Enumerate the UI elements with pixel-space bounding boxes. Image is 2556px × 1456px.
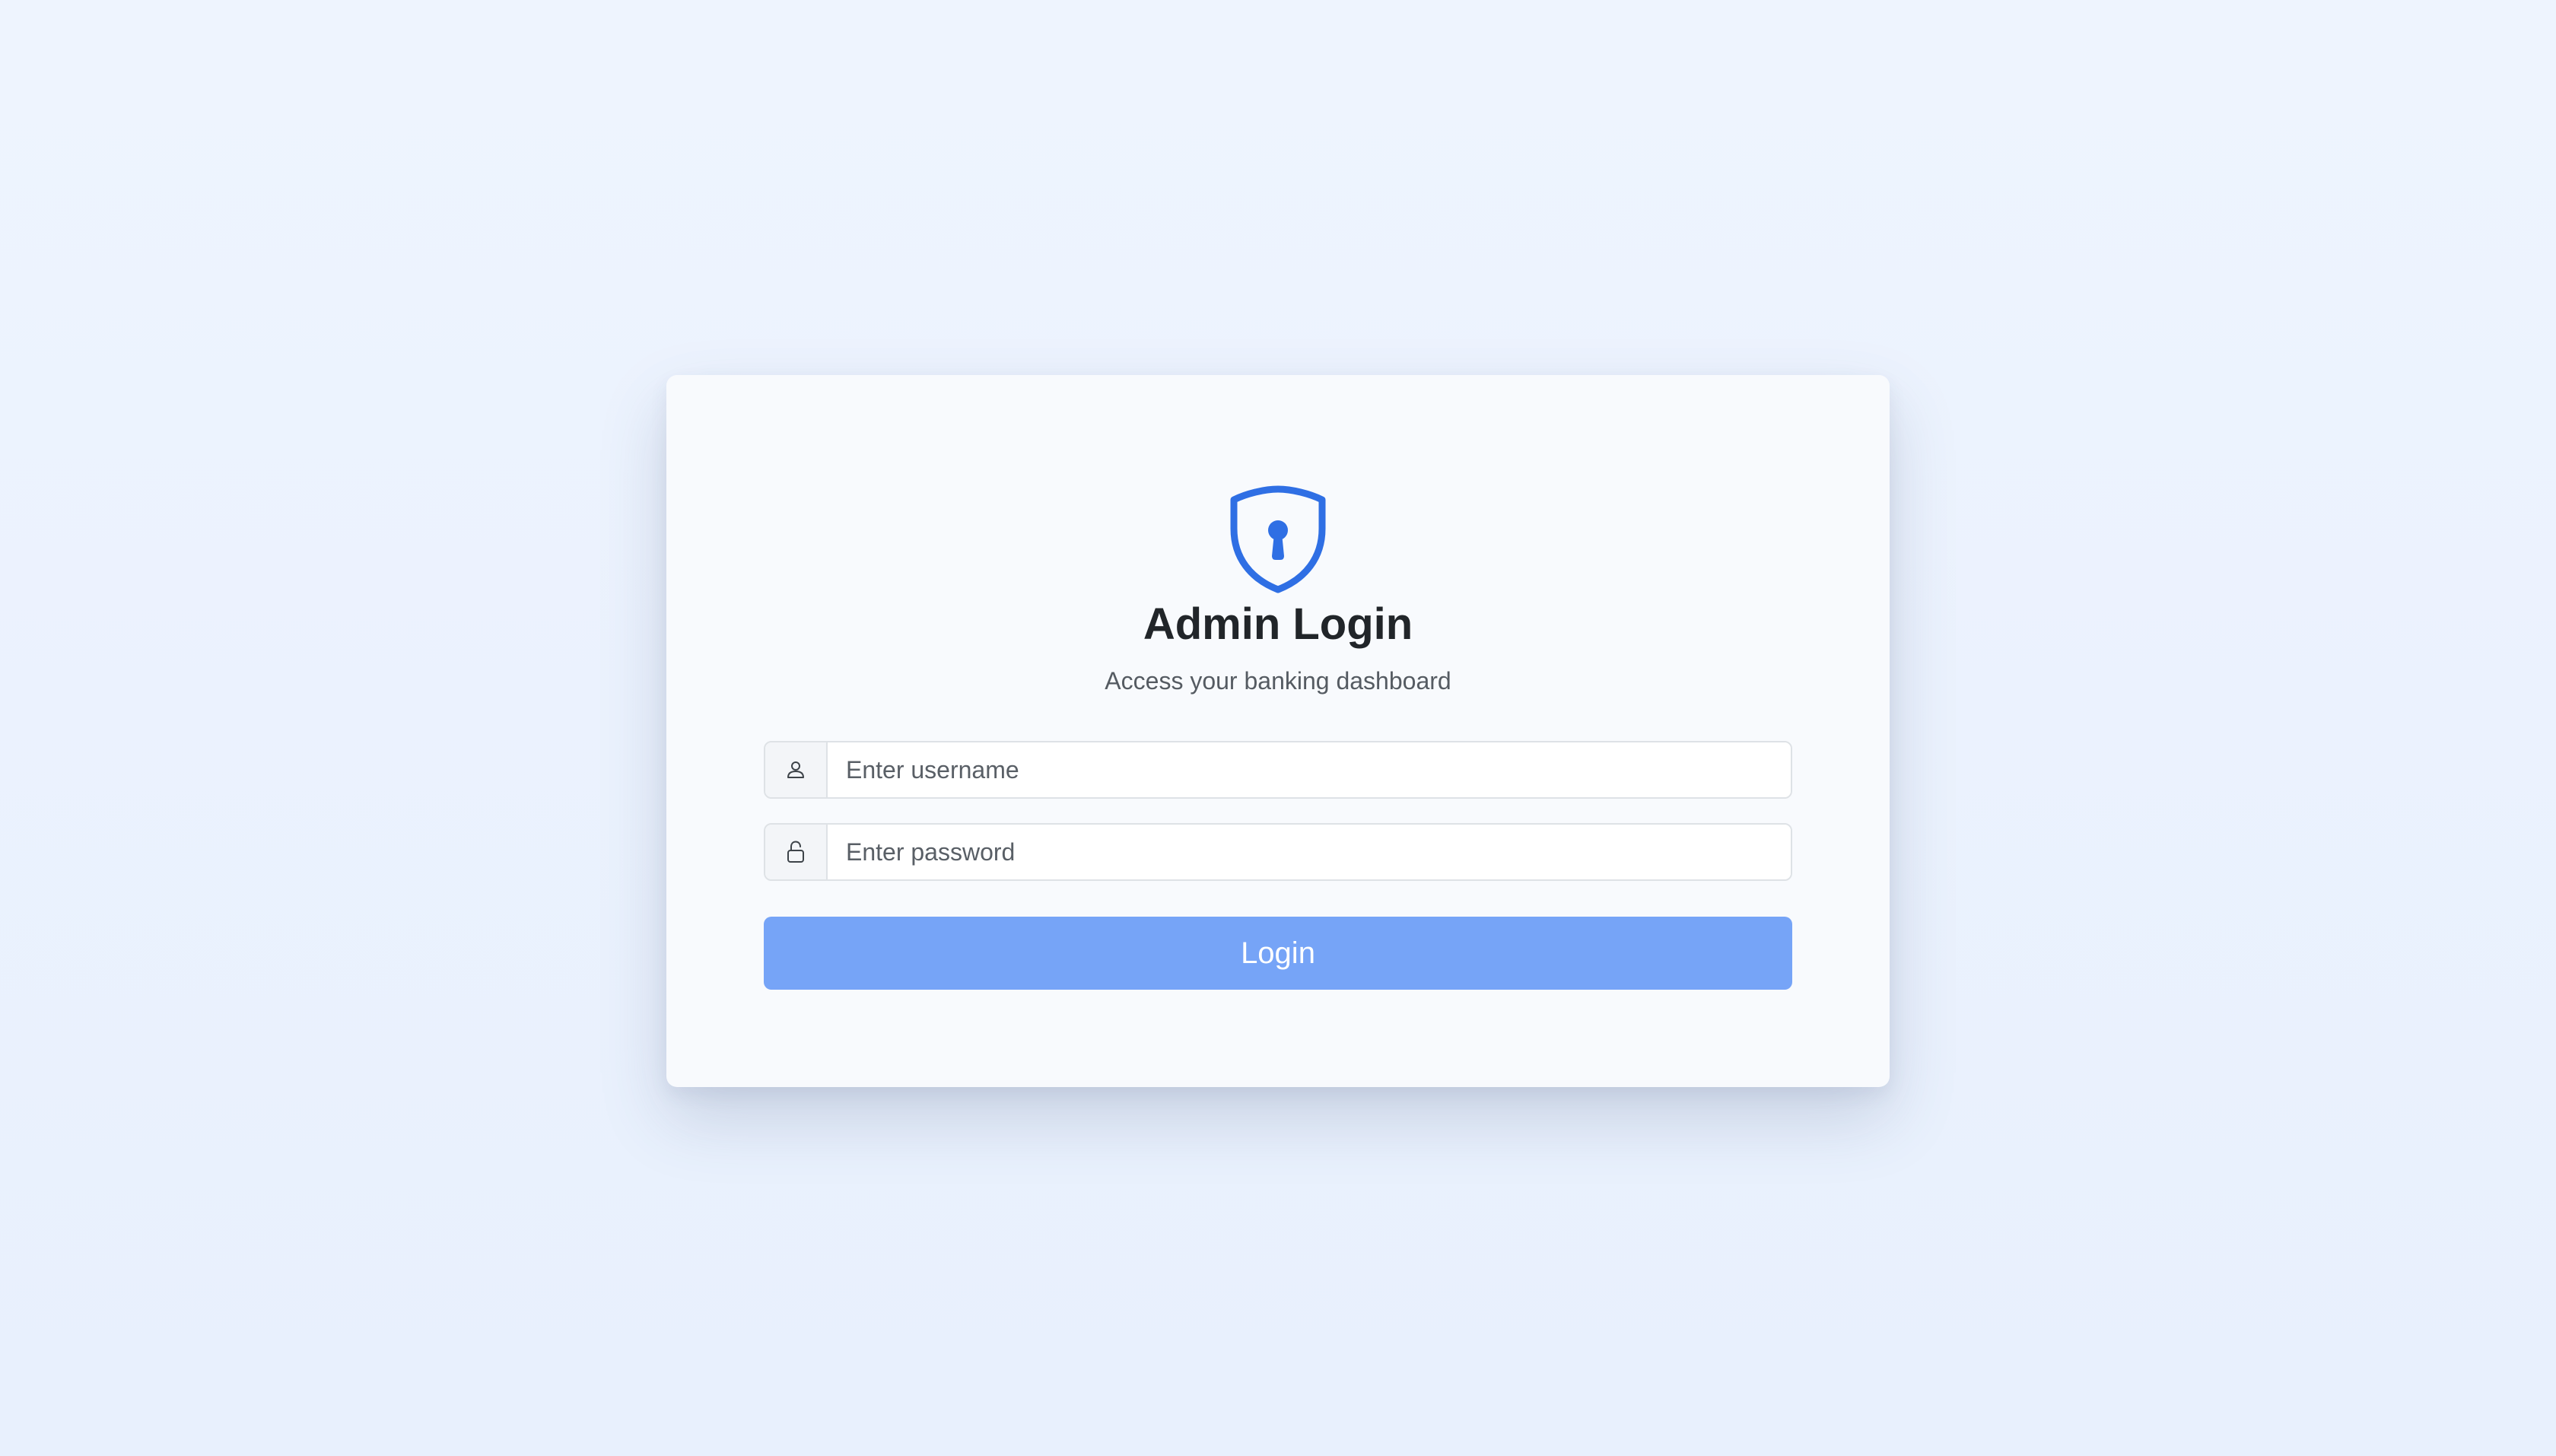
password-input[interactable]: [828, 825, 1791, 879]
lock-icon: [787, 841, 804, 863]
login-card: Admin Login Access your banking dashboar…: [666, 375, 1890, 1087]
username-input-group: [764, 741, 1792, 799]
login-button[interactable]: Login: [764, 917, 1792, 990]
password-addon: [765, 825, 828, 879]
page-title: Admin Login: [1143, 599, 1413, 649]
username-addon: [765, 742, 828, 797]
page-subtitle: Access your banking dashboard: [1105, 667, 1451, 695]
username-input[interactable]: [828, 742, 1791, 797]
password-input-group: [764, 823, 1792, 881]
person-icon: [787, 761, 804, 778]
shield-keyhole-icon: [1230, 485, 1326, 593]
